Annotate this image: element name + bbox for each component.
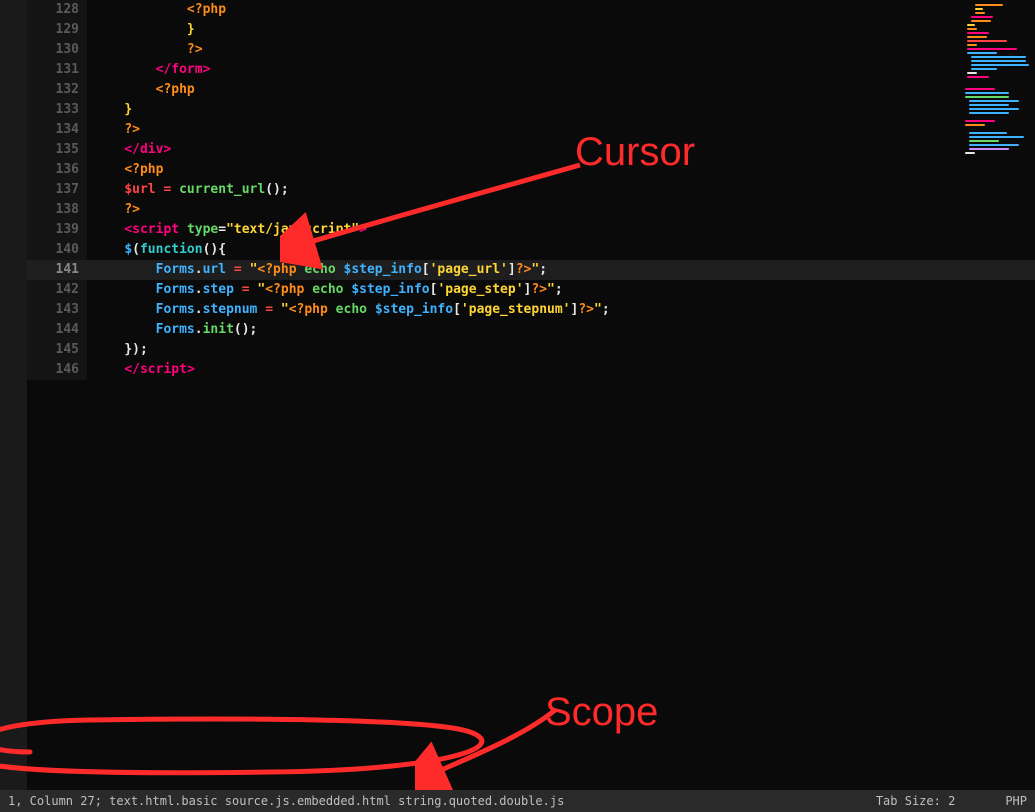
line-number: 139: [27, 220, 87, 240]
line-content[interactable]: <?php: [87, 0, 1035, 20]
line-content[interactable]: Forms.url = "<?php echo $step_info['page…: [87, 260, 1035, 280]
line-number: 131: [27, 60, 87, 80]
line-content[interactable]: ?>: [87, 120, 1035, 140]
code-line[interactable]: 132 <?php: [27, 80, 1035, 100]
code-line[interactable]: 141 Forms.url = "<?php echo $step_info['…: [27, 260, 1035, 280]
line-content[interactable]: </form>: [87, 60, 1035, 80]
line-content[interactable]: }: [87, 100, 1035, 120]
line-number: 137: [27, 180, 87, 200]
line-content[interactable]: </div>: [87, 140, 1035, 160]
code-line[interactable]: 144 Forms.init();: [27, 320, 1035, 340]
line-content[interactable]: ?>: [87, 40, 1035, 60]
statusbar-language[interactable]: PHP: [1005, 794, 1027, 808]
line-content[interactable]: Forms.step = "<?php echo $step_info['pag…: [87, 280, 1035, 300]
line-content[interactable]: <?php: [87, 80, 1035, 100]
line-number: 144: [27, 320, 87, 340]
line-content[interactable]: <?php: [87, 160, 1035, 180]
code-line[interactable]: 134 ?>: [27, 120, 1035, 140]
code-line[interactable]: 131 </form>: [27, 60, 1035, 80]
line-number: 138: [27, 200, 87, 220]
code-line[interactable]: 138 ?>: [27, 200, 1035, 220]
line-content[interactable]: Forms.stepnum = "<?php echo $step_info['…: [87, 300, 1035, 320]
status-bar: 1, Column 27; text.html.basic source.js.…: [0, 790, 1035, 812]
code-line[interactable]: 133 }: [27, 100, 1035, 120]
line-number: 141: [27, 260, 87, 280]
code-line[interactable]: 143 Forms.stepnum = "<?php echo $step_in…: [27, 300, 1035, 320]
line-content[interactable]: <script type="text/javascript">: [87, 220, 1035, 240]
line-number: 140: [27, 240, 87, 260]
line-content[interactable]: }: [87, 20, 1035, 40]
line-number: 130: [27, 40, 87, 60]
code-line[interactable]: 140 $(function(){: [27, 240, 1035, 260]
left-gutter: [0, 0, 27, 790]
line-number: 133: [27, 100, 87, 120]
statusbar-position-scope: 1, Column 27; text.html.basic source.js.…: [8, 794, 564, 808]
code-line[interactable]: 128 <?php: [27, 0, 1035, 20]
line-number: 146: [27, 360, 87, 380]
line-number: 145: [27, 340, 87, 360]
code-area[interactable]: 128 <?php129 }130 ?>131 </form>132 <?php…: [27, 0, 1035, 768]
line-number: 143: [27, 300, 87, 320]
line-content[interactable]: $(function(){: [87, 240, 1035, 260]
line-number: 134: [27, 120, 87, 140]
code-line[interactable]: 142 Forms.step = "<?php echo $step_info[…: [27, 280, 1035, 300]
line-content[interactable]: });: [87, 340, 1035, 360]
line-number: 142: [27, 280, 87, 300]
line-number: 136: [27, 160, 87, 180]
line-number: 132: [27, 80, 87, 100]
line-number: 129: [27, 20, 87, 40]
code-line[interactable]: 135 </div>: [27, 140, 1035, 160]
line-number: 135: [27, 140, 87, 160]
line-content[interactable]: ?>: [87, 200, 1035, 220]
code-line[interactable]: 139 <script type="text/javascript">: [27, 220, 1035, 240]
code-line[interactable]: 130 ?>: [27, 40, 1035, 60]
code-line[interactable]: 129 }: [27, 20, 1035, 40]
editor-root: 128 <?php129 }130 ?>131 </form>132 <?php…: [0, 0, 1035, 790]
statusbar-tab-size[interactable]: Tab Size: 2: [876, 794, 955, 808]
code-line[interactable]: 145 });: [27, 340, 1035, 360]
line-content[interactable]: Forms.init();: [87, 320, 1035, 340]
line-number: 128: [27, 0, 87, 20]
code-line[interactable]: 136 <?php: [27, 160, 1035, 180]
line-content[interactable]: $url = current_url();: [87, 180, 1035, 200]
code-line[interactable]: 146 </script>: [27, 360, 1035, 380]
line-content[interactable]: </script>: [87, 360, 1035, 380]
code-line[interactable]: 137 $url = current_url();: [27, 180, 1035, 200]
